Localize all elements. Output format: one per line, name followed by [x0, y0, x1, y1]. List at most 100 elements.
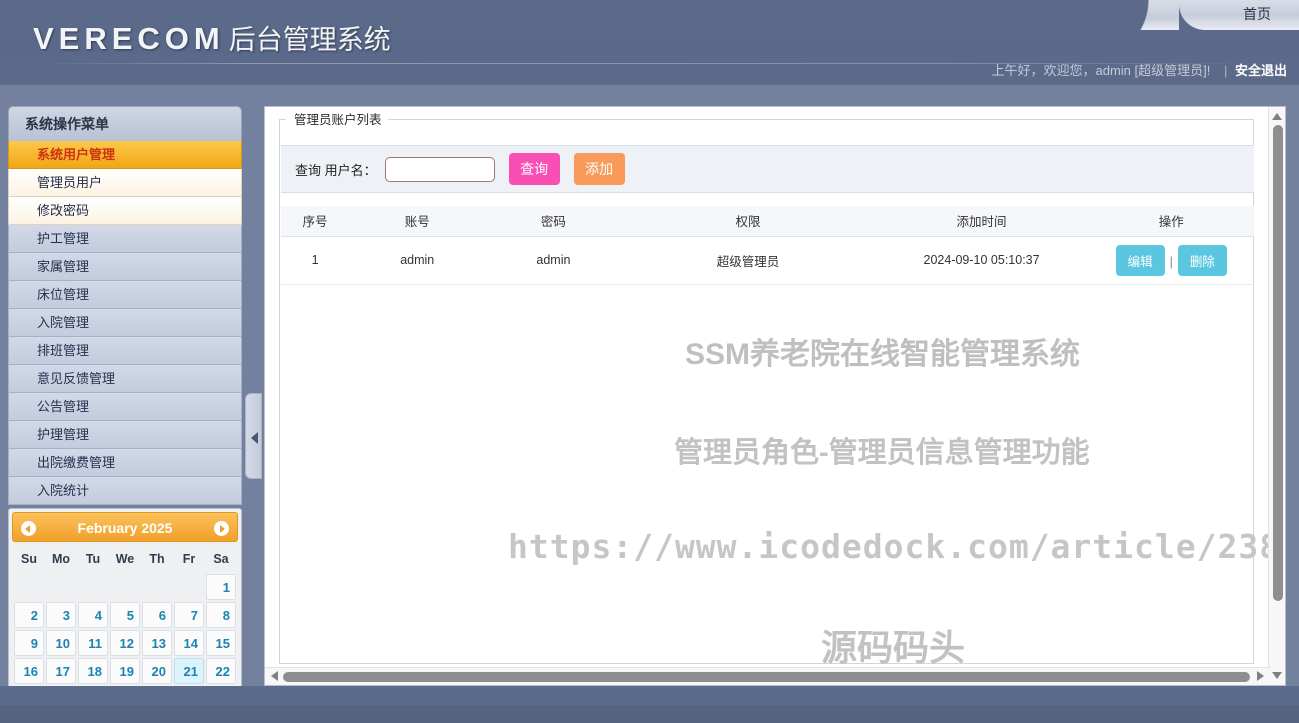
calendar-weekday-su: Su — [21, 552, 37, 566]
calendar-week-row: 2345678 — [14, 602, 236, 628]
logo-brand-text: VERECOM — [33, 21, 225, 56]
table-column-header-3: 权限 — [621, 206, 875, 237]
sidebar-item-label: 入院管理 — [37, 315, 90, 330]
calendar-day-18[interactable]: 18 — [78, 658, 108, 684]
sidebar-item-label: 修改密码 — [37, 203, 90, 218]
calendar-day-13[interactable]: 13 — [142, 630, 172, 656]
calendar-prev-month-icon[interactable] — [21, 521, 36, 536]
calendar-day-6[interactable]: 6 — [142, 602, 172, 628]
vertical-scrollbar-thumb[interactable] — [1273, 125, 1283, 601]
calendar-day-11[interactable]: 11 — [78, 630, 108, 656]
calendar-empty-cell — [14, 574, 44, 600]
table-cell-role: 超级管理员 — [621, 236, 875, 285]
sidebar-collapse-handle[interactable] — [245, 393, 262, 479]
search-input[interactable] — [384, 156, 495, 182]
add-button[interactable]: 添加 — [573, 153, 625, 185]
calendar-day-22[interactable]: 22 — [206, 658, 236, 684]
table-cell-created: 2024-09-10 05:10:37 — [874, 236, 1089, 285]
calendar-day-17[interactable]: 17 — [46, 658, 76, 684]
admin-accounts-table: 序号 账号 密码 权限 添加时间 操作 1 admin admin 超级管理员 2024-09-1… — [281, 206, 1254, 285]
sidebar-item-0[interactable]: 系统用户管理 — [8, 141, 242, 169]
sidebar-item-9[interactable]: 公告管理 — [8, 393, 242, 421]
calendar-empty-cell — [78, 574, 108, 600]
calendar-weekday-sa: Sa — [213, 552, 229, 566]
calendar-day-3[interactable]: 3 — [46, 602, 76, 628]
sidebar-item-11[interactable]: 出院缴费管理 — [8, 449, 242, 477]
sidebar-title: 系统操作菜单 — [8, 106, 242, 141]
calendar-day-9[interactable]: 9 — [14, 630, 44, 656]
table-column-header-1: 账号 — [349, 206, 486, 237]
scroll-up-icon[interactable] — [1272, 111, 1283, 122]
search-label: 查询 用户名： — [295, 162, 377, 178]
sidebar-item-label: 意见反馈管理 — [37, 371, 116, 386]
calendar-empty-cell — [174, 574, 204, 600]
calendar-day-7[interactable]: 7 — [174, 602, 204, 628]
calendar-next-month-icon[interactable] — [214, 521, 229, 536]
delete-button[interactable]: 删除 — [1177, 244, 1227, 276]
admin-list-panel: 管理员账户列表 查询 用户名： 查询 添加 序号 账号 密码 权限 添加时间 操作 1 ad… — [279, 109, 1254, 664]
table-column-header-0: 序号 — [281, 206, 350, 237]
sidebar-item-label: 入院统计 — [37, 483, 90, 498]
sidebar-item-label: 护理管理 — [37, 427, 90, 442]
sidebar-item-label: 系统用户管理 — [37, 147, 116, 162]
sidebar-item-label: 排班管理 — [37, 343, 90, 358]
calendar-day-19[interactable]: 19 — [110, 658, 140, 684]
vertical-scrollbar[interactable] — [1268, 107, 1285, 685]
sidebar-item-5[interactable]: 床位管理 — [8, 281, 242, 309]
calendar-week-row: 9 10 11 12 13 14 15 — [14, 630, 236, 656]
sidebar-item-label: 公告管理 — [37, 399, 90, 414]
calendar-day-16[interactable]: 16 — [14, 658, 44, 684]
app-logo: VERECOM 后台管理系统 — [33, 18, 391, 57]
sidebar-menu-list: 系统用户管理 管理员用户修改密码护工管理家属管理床位管理入院管理排班管理意见反馈管… — [8, 141, 242, 505]
table-row: 1 admin admin 超级管理员 2024-09-10 05:10:37 编辑 | 删除 — [281, 236, 1254, 285]
calendar-day-4[interactable]: 4 — [78, 602, 108, 628]
calendar-week-row: 16 17 18 19 20 21 22 — [14, 658, 236, 684]
sidebar-item-label: 护工管理 — [37, 231, 90, 246]
sidebar-item-1[interactable]: 管理员用户 — [8, 169, 242, 197]
sidebar-item-8[interactable]: 意见反馈管理 — [8, 365, 242, 393]
calendar-day-12[interactable]: 12 — [110, 630, 140, 656]
sidebar-item-7[interactable]: 排班管理 — [8, 337, 242, 365]
scroll-left-icon[interactable] — [269, 671, 280, 682]
calendar-weekday-mo: Mo — [51, 552, 71, 566]
sidebar-item-10[interactable]: 护理管理 — [8, 421, 242, 449]
sidebar-item-6[interactable]: 入院管理 — [8, 309, 242, 337]
tab-home[interactable]: 首页 — [1179, 0, 1299, 30]
calendar-weekday-tu: Tu — [85, 552, 101, 566]
scroll-right-icon[interactable] — [1255, 671, 1266, 682]
calendar-day-8[interactable]: 8 — [206, 602, 236, 628]
sidebar-item-4[interactable]: 家属管理 — [8, 253, 242, 281]
edit-button[interactable]: 编辑 — [1115, 244, 1165, 276]
calendar-day-14[interactable]: 14 — [174, 630, 204, 656]
sidebar-item-label: 床位管理 — [37, 287, 90, 302]
sidebar-item-label: 管理员用户 — [37, 175, 103, 190]
calendar-empty-cell — [46, 574, 76, 600]
table-column-header-4: 添加时间 — [874, 206, 1089, 237]
calendar-header: February 2025 — [12, 512, 238, 542]
table-cell-index: 1 — [281, 236, 350, 285]
horizontal-scrollbar[interactable] — [265, 667, 1270, 685]
calendar-month-label: February 2025 — [77, 520, 173, 536]
calendar-day-2[interactable]: 2 — [14, 602, 44, 628]
search-toolbar: 查询 用户名： 查询 添加 — [281, 145, 1254, 193]
sidebar-item-2[interactable]: 修改密码 — [8, 197, 242, 225]
calendar-day-1[interactable]: 1 — [206, 574, 236, 600]
table-header-row: 序号 账号 密码 权限 添加时间 操作 — [281, 206, 1254, 237]
calendar-day-15[interactable]: 15 — [206, 630, 236, 656]
sidebar-item-12[interactable]: 入院统计 — [8, 477, 242, 505]
logout-link[interactable]: 安全退出 — [1235, 63, 1287, 78]
calendar-weekday-row: Su Mo Tu We Th Fr Sa — [14, 546, 236, 572]
scroll-down-icon[interactable] — [1272, 670, 1283, 681]
table-column-header-2: 密码 — [485, 206, 622, 237]
panel-title: 管理员账户列表 — [286, 109, 388, 131]
horizontal-scrollbar-thumb[interactable] — [283, 672, 1250, 682]
sidebar-item-3[interactable]: 护工管理 — [8, 225, 242, 253]
query-button[interactable]: 查询 — [508, 153, 560, 185]
calendar-day-5[interactable]: 5 — [110, 602, 140, 628]
action-separator: | — [1169, 254, 1173, 269]
calendar-day-21[interactable]: 21 — [174, 658, 204, 684]
calendar-day-10[interactable]: 10 — [46, 630, 76, 656]
calendar-day-20[interactable]: 20 — [142, 658, 172, 684]
table-cell-password: admin — [485, 236, 622, 285]
calendar-weekday-th: Th — [149, 552, 165, 566]
